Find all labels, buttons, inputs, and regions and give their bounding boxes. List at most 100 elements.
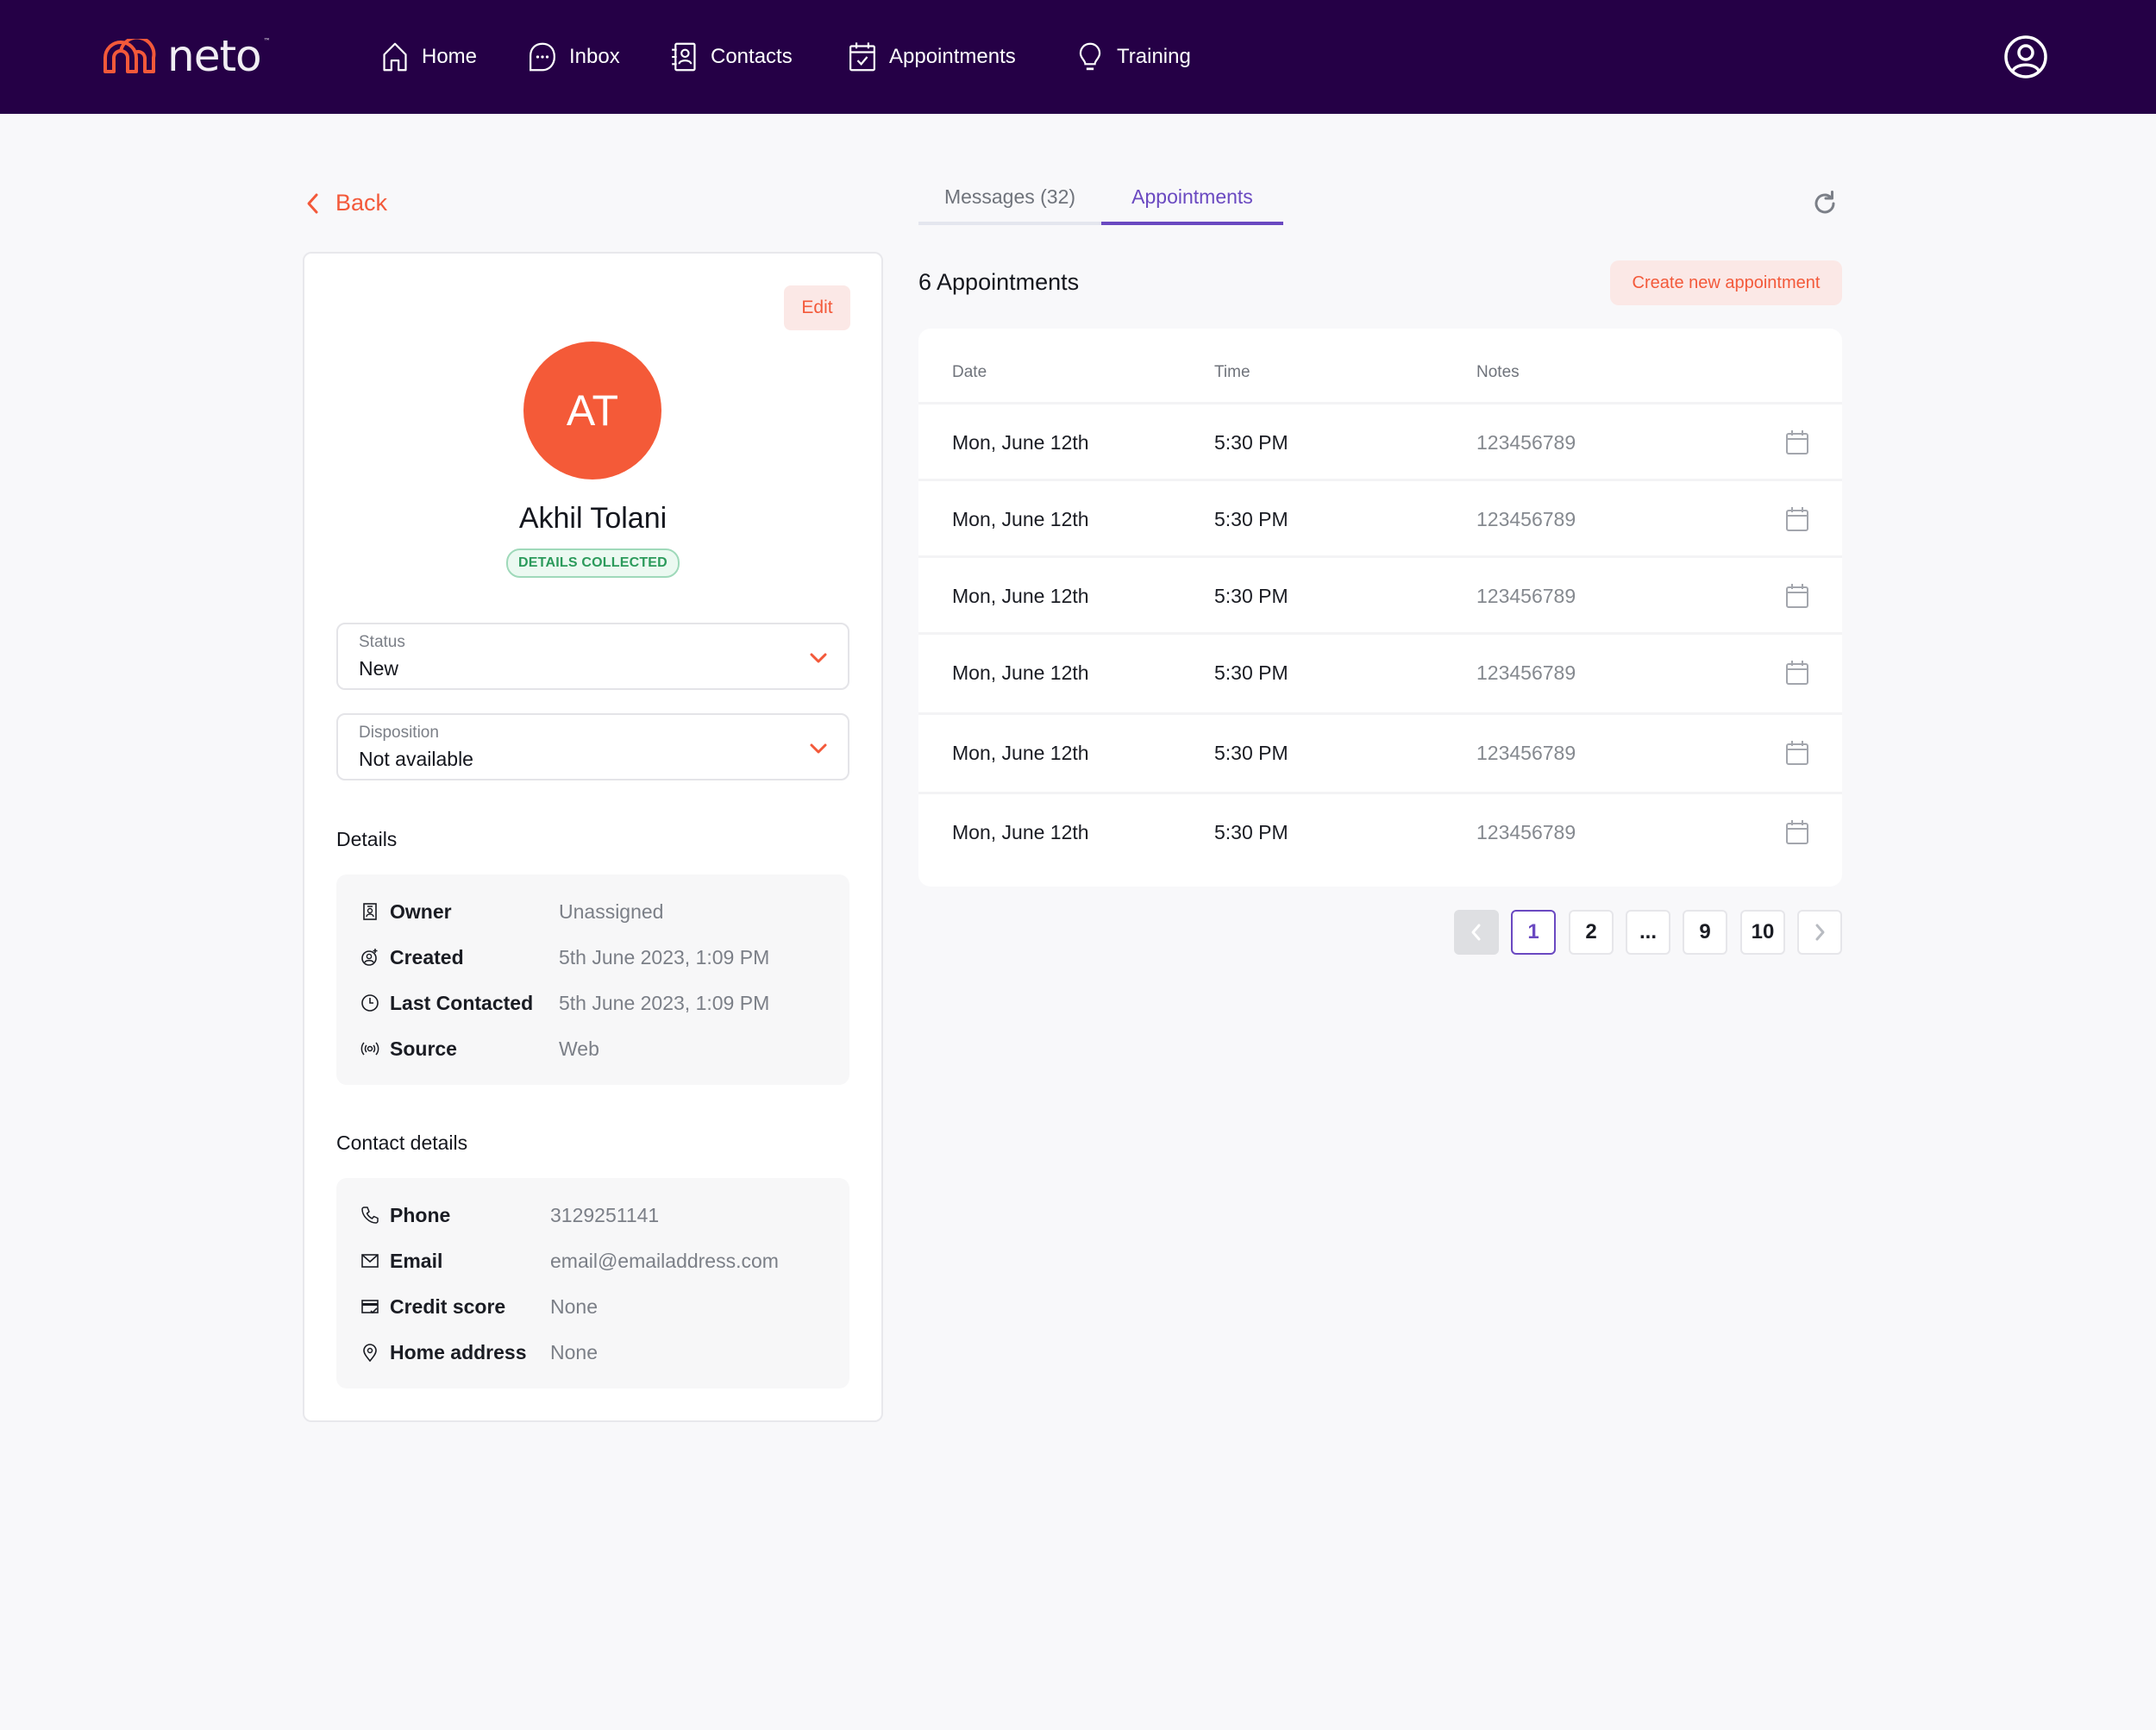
page-button[interactable]: 9 bbox=[1683, 910, 1727, 955]
page-button[interactable]: 10 bbox=[1740, 910, 1785, 955]
tab-appointments[interactable]: Appointments bbox=[1101, 185, 1283, 225]
calendar-check-icon bbox=[849, 42, 875, 72]
phone-icon bbox=[361, 1207, 379, 1224]
status-select[interactable]: Status New bbox=[336, 623, 849, 690]
nav-item-appointments[interactable]: Appointments bbox=[848, 40, 1016, 74]
disposition-select[interactable]: Disposition Not available bbox=[336, 713, 849, 780]
map-pin-icon bbox=[363, 1344, 377, 1362]
cell-date: Mon, June 12th bbox=[952, 585, 1089, 607]
logo[interactable]: neto ™ bbox=[102, 31, 271, 81]
create-appointment-button[interactable]: Create new appointment bbox=[1610, 260, 1842, 305]
refresh-button[interactable] bbox=[1811, 190, 1839, 217]
detail-row-owner: Owner Unassigned bbox=[360, 899, 663, 925]
cell-time: 5:30 PM bbox=[1214, 585, 1288, 607]
status-label: Status bbox=[359, 633, 405, 651]
user-circle-icon bbox=[2004, 35, 2047, 78]
detail-value: Unassigned bbox=[559, 899, 664, 923]
broadcast-icon bbox=[360, 1042, 379, 1056]
cell-time: 5:30 PM bbox=[1214, 431, 1288, 454]
back-label: Back bbox=[335, 190, 388, 216]
table-row[interactable]: Mon, June 12th 5:30 PM 123456789 bbox=[918, 555, 1842, 632]
detail-key: Created bbox=[390, 945, 464, 968]
table-row[interactable]: Mon, June 12th 5:30 PM 123456789 bbox=[918, 792, 1842, 868]
nav-label: Appointments bbox=[889, 45, 1016, 68]
cell-notes: 123456789 bbox=[1476, 821, 1576, 843]
chevron-down-icon bbox=[810, 653, 827, 663]
page-ellipsis[interactable]: ... bbox=[1626, 910, 1670, 955]
table-row[interactable]: Mon, June 12th 5:30 PM 123456789 bbox=[918, 632, 1842, 709]
calendar-icon[interactable] bbox=[1785, 583, 1809, 609]
nav-label: Home bbox=[422, 45, 478, 68]
contact-key: Home address bbox=[390, 1340, 527, 1363]
cell-notes: 123456789 bbox=[1476, 585, 1576, 607]
contact-row-email: Email email@emailaddress.com bbox=[360, 1248, 779, 1274]
calendar-icon[interactable] bbox=[1785, 429, 1809, 455]
back-button[interactable]: Back bbox=[306, 190, 387, 216]
calendar-icon[interactable] bbox=[1785, 506, 1809, 532]
detail-key: Last Contacted bbox=[390, 991, 534, 1014]
user-add-icon bbox=[361, 949, 378, 966]
chevron-right-icon bbox=[1815, 924, 1825, 941]
prev-page-button[interactable] bbox=[1454, 910, 1499, 955]
nav-item-inbox[interactable]: Inbox bbox=[528, 40, 620, 74]
avatar: AT bbox=[523, 342, 661, 480]
nav-item-contacts[interactable]: Contacts bbox=[669, 40, 793, 74]
table-row[interactable]: Mon, June 12th 5:30 PM 123456789 bbox=[918, 479, 1842, 555]
cell-time: 5:30 PM bbox=[1214, 661, 1288, 684]
contact-row-home-address: Home address None bbox=[360, 1339, 598, 1365]
detail-row-created: Created 5th June 2023, 1:09 PM bbox=[360, 944, 769, 970]
disposition-value: Not available bbox=[359, 748, 473, 770]
next-page-button[interactable] bbox=[1797, 910, 1842, 955]
table-row[interactable]: Mon, June 12th 5:30 PM 123456789 bbox=[918, 402, 1842, 479]
cell-date: Mon, June 12th bbox=[952, 661, 1089, 684]
chevron-down-icon bbox=[810, 743, 827, 754]
refresh-icon bbox=[1814, 191, 1835, 214]
id-badge-icon bbox=[363, 903, 377, 920]
cell-date: Mon, June 12th bbox=[952, 508, 1089, 530]
cell-notes: 123456789 bbox=[1476, 661, 1576, 684]
disposition-label: Disposition bbox=[359, 724, 439, 742]
clock-icon bbox=[361, 994, 379, 1012]
pagination: 1 2... 9 10 bbox=[1454, 910, 1842, 955]
mail-icon bbox=[361, 1254, 379, 1268]
profile-button[interactable] bbox=[2003, 34, 2048, 79]
calendar-icon[interactable] bbox=[1785, 819, 1809, 845]
nav-item-training[interactable]: Training bbox=[1075, 40, 1191, 74]
chat-bubble-icon bbox=[530, 42, 555, 72]
table-row[interactable]: Mon, June 12th 5:30 PM 123456789 bbox=[918, 712, 1842, 789]
edit-button[interactable]: Edit bbox=[784, 285, 850, 330]
appointments-table: Date Time Notes Mon, June 12th 5:30 PM 123… bbox=[918, 329, 1842, 887]
logo-text: neto ™ bbox=[167, 31, 271, 81]
contact-value: None bbox=[550, 1340, 598, 1363]
chevron-left-icon bbox=[307, 193, 318, 213]
tab-messages[interactable]: Messages (32) bbox=[918, 185, 1101, 225]
column-header-date: Date bbox=[952, 363, 987, 381]
cell-time: 5:30 PM bbox=[1214, 742, 1288, 764]
cell-notes: 123456789 bbox=[1476, 431, 1576, 454]
contact-row-credit-score: Credit score None bbox=[360, 1294, 598, 1319]
contact-value[interactable]: email@emailaddress.com bbox=[550, 1250, 779, 1273]
cell-date: Mon, June 12th bbox=[952, 431, 1089, 454]
tab-bar: Messages (32) Appointments bbox=[918, 185, 1283, 225]
page-button[interactable]: 1 bbox=[1511, 910, 1556, 955]
contact-value[interactable]: 3129251141 bbox=[550, 1204, 659, 1227]
details-heading: Details bbox=[336, 828, 398, 850]
cell-notes: 123456789 bbox=[1476, 508, 1576, 530]
cell-time: 5:30 PM bbox=[1214, 821, 1288, 843]
nav-item-home[interactable]: Home bbox=[380, 40, 477, 74]
neto-logo-icon bbox=[103, 39, 156, 73]
page-button[interactable]: 2 bbox=[1569, 910, 1614, 955]
calendar-icon[interactable] bbox=[1785, 660, 1809, 686]
column-header-notes: Notes bbox=[1476, 363, 1520, 381]
cell-notes: 123456789 bbox=[1476, 742, 1576, 764]
status-value: New bbox=[359, 657, 399, 680]
calendar-icon[interactable] bbox=[1785, 740, 1809, 766]
chevron-left-icon bbox=[1471, 924, 1481, 941]
lightbulb-icon bbox=[1079, 42, 1101, 71]
contact-key: Credit score bbox=[390, 1294, 506, 1318]
contact-key: Email bbox=[390, 1249, 443, 1272]
nav-label: Contacts bbox=[711, 45, 793, 68]
tab-label: Messages (32) bbox=[943, 185, 1076, 208]
tab-label: Appointments bbox=[1131, 185, 1253, 208]
credit-card-icon bbox=[361, 1300, 379, 1314]
